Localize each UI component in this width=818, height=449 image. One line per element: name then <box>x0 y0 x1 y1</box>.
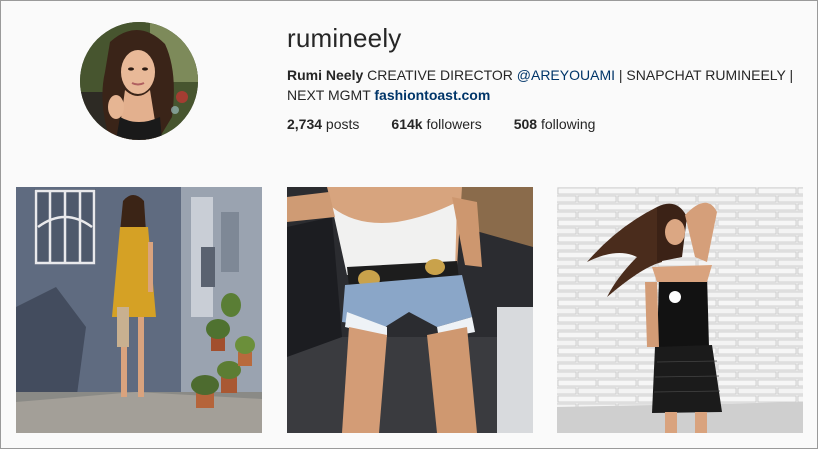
profile-stats: 2,734 posts 614k followers 508 following <box>287 116 627 132</box>
post-tile-2[interactable] <box>287 187 533 433</box>
following-count: 508 <box>513 116 538 132</box>
posts-label: posts <box>322 116 360 132</box>
following-label: following <box>537 116 596 132</box>
post-image-brick-wall <box>557 187 803 433</box>
posts-stat: 2,734 posts <box>287 116 359 132</box>
profile-bio: Rumi Neely CREATIVE DIRECTOR @AREYOUAMI … <box>287 65 807 105</box>
bio-mention-link[interactable]: @AREYOUAMI <box>517 67 615 83</box>
profile-username: rumineely <box>287 23 402 53</box>
avatar-photo <box>80 22 198 140</box>
post-tile-3[interactable] <box>557 187 803 433</box>
followers-stat[interactable]: 614k followers <box>391 116 481 132</box>
profile-avatar[interactable] <box>80 22 198 140</box>
post-image-mustard-dress <box>16 187 262 433</box>
post-image-denim-shorts <box>287 187 533 433</box>
profile-page: rumineely Rumi Neely CREATIVE DIRECTOR @… <box>0 0 818 449</box>
bio-text: CREATIVE DIRECTOR <box>363 67 517 83</box>
followers-label: followers <box>422 116 482 132</box>
website-link[interactable]: fashiontoast.com <box>374 87 490 103</box>
following-stat[interactable]: 508 following <box>514 116 596 132</box>
post-tile-1[interactable] <box>16 187 262 433</box>
posts-count: 2,734 <box>287 116 323 132</box>
profile-full-name: Rumi Neely <box>287 67 364 83</box>
followers-count: 614k <box>391 116 423 132</box>
